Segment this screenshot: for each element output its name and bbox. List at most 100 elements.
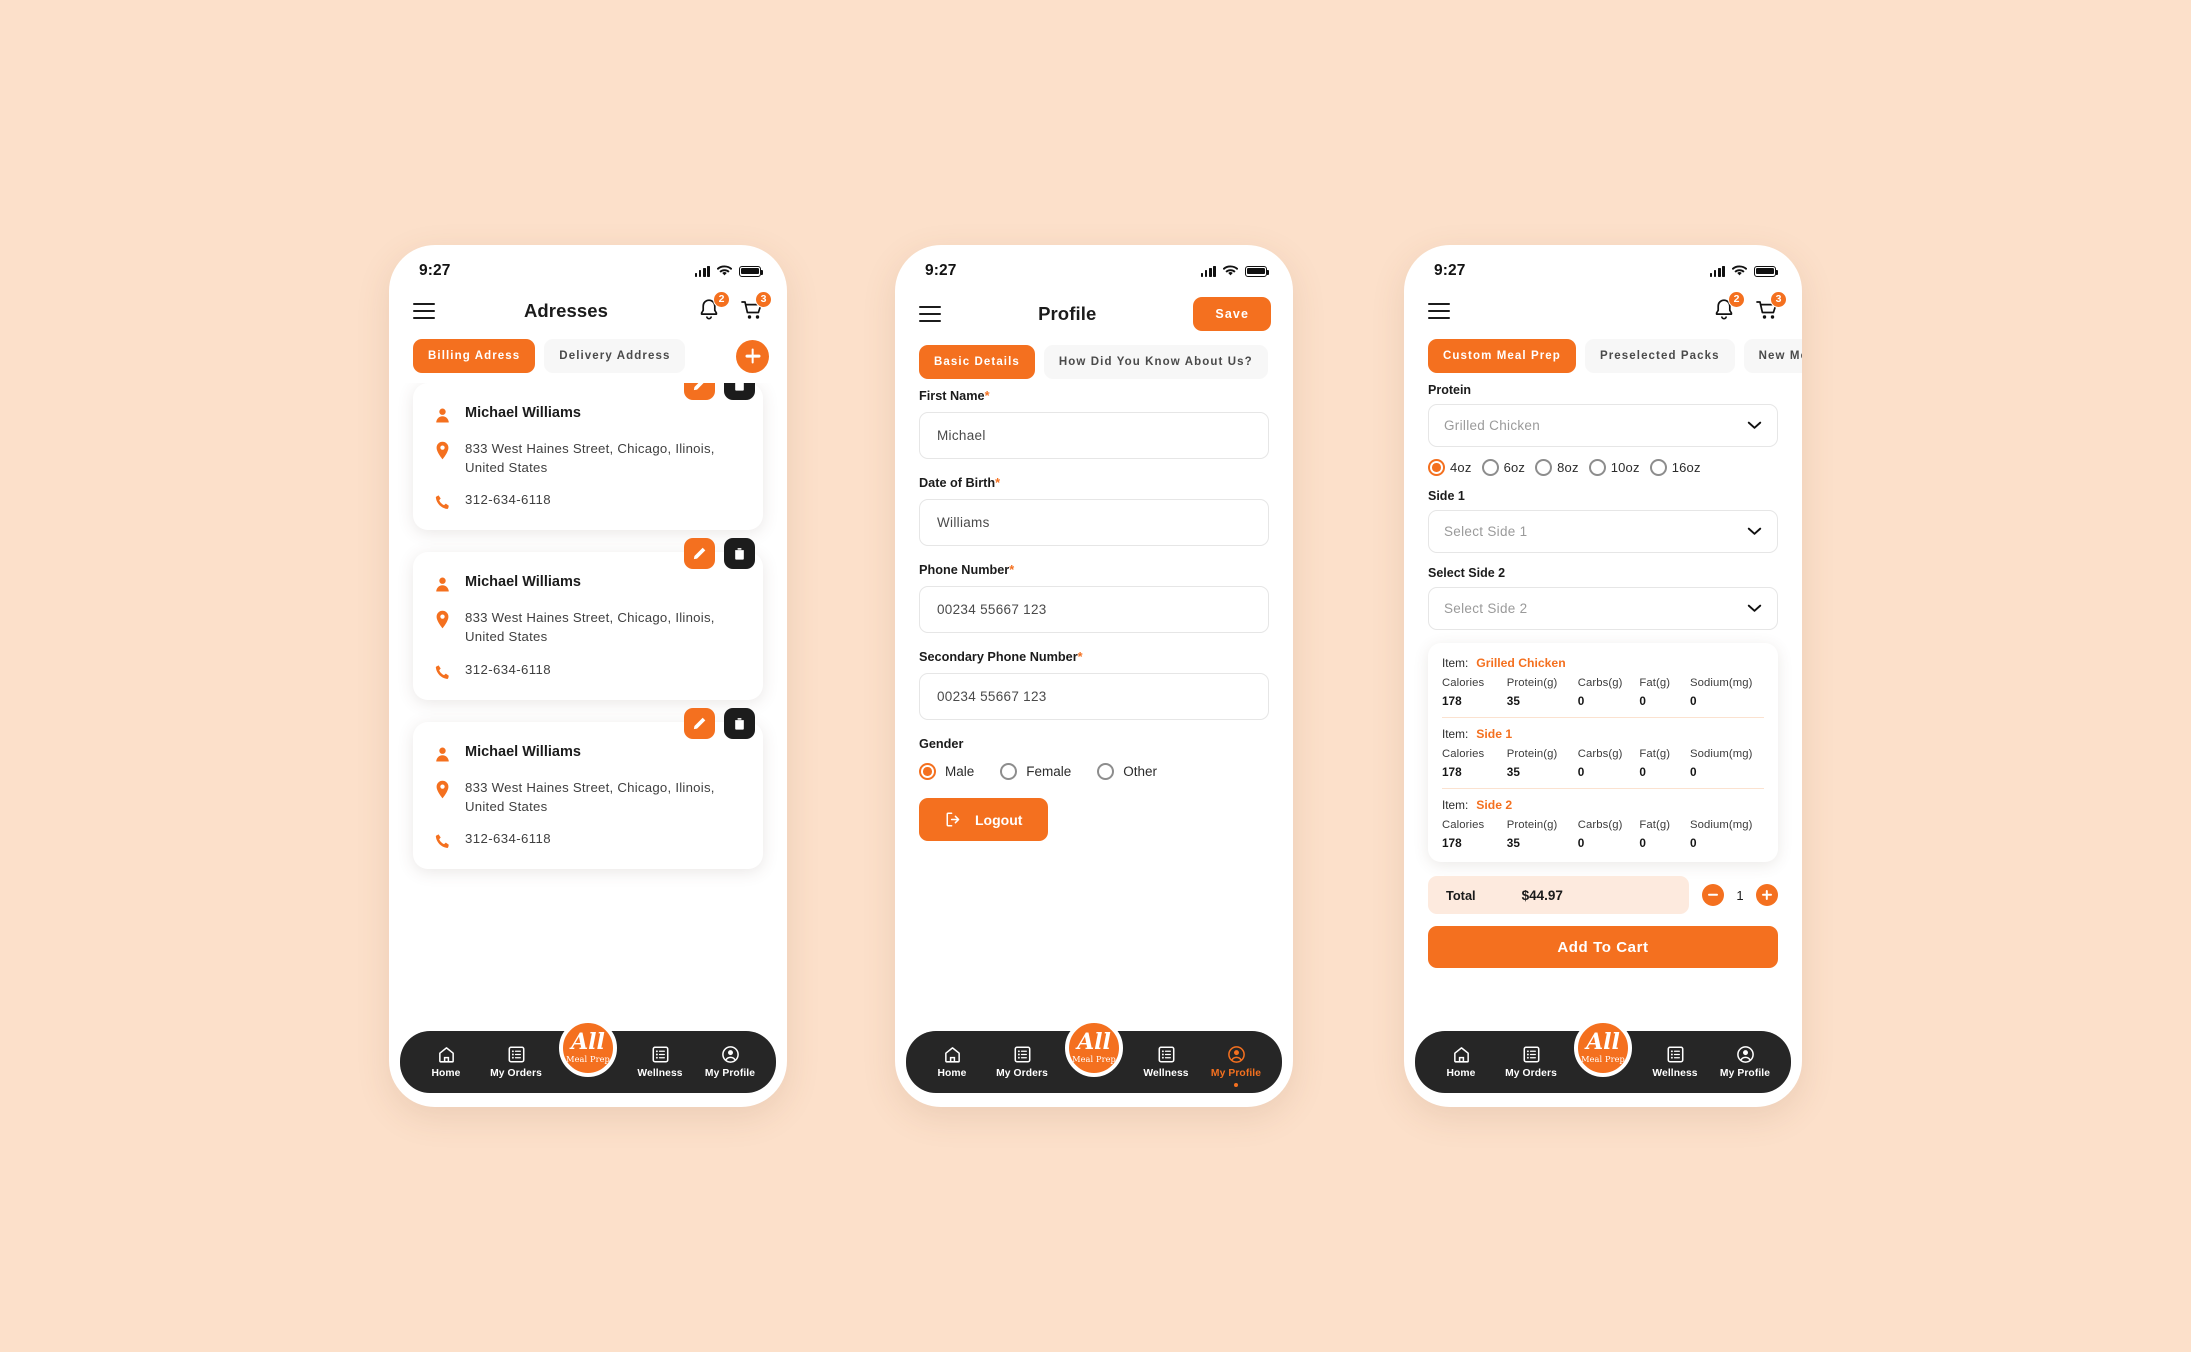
nav-item-my-orders[interactable]: My Orders [488,1045,544,1079]
increase-quantity-button[interactable] [1756,884,1778,906]
nutrition-item-title: Item: Side 1 [1442,727,1764,741]
nav-item-home[interactable]: Home [1433,1045,1489,1079]
user-circle-icon [1736,1046,1754,1063]
gender-option-female[interactable]: Female [1000,763,1071,780]
brand-logo[interactable]: All Meal Prep [1065,1019,1123,1077]
page-title: Profile [1038,303,1097,324]
address-card-3: Michael Williams 833 West Haines Street,… [413,707,763,869]
date-of-birth-input[interactable] [919,499,1269,546]
screenshot-canvas: 9:27 Adresses 2 3 Billing Adress Deliver… [0,0,2191,1352]
nav-label: Wellness [1652,1068,1698,1079]
add-address-button[interactable] [736,339,769,373]
address-phone-row: 312-634-6118 [433,831,743,849]
protein-select[interactable]: Grilled Chicken [1428,404,1778,447]
menu-icon[interactable] [919,305,941,323]
tab-billing-address[interactable]: Billing Adress [413,339,536,373]
nav-item-my-profile[interactable]: My Profile [1208,1045,1264,1087]
nav-item-wellness[interactable]: Wellness [1647,1045,1703,1079]
brand-logo[interactable]: All Meal Prep [559,1019,617,1077]
decrease-quantity-button[interactable] [1702,884,1724,906]
side1-label: Side 1 [1428,489,1465,503]
nutrition-group-side1: Item: Side 1 Calories Protein(g) Carbs(g)… [1442,717,1764,779]
gender-option-male[interactable]: Male [919,763,974,780]
required-marker: * [984,389,990,403]
col-header: Sodium(mg) [1689,819,1753,831]
nav-item-my-orders[interactable]: My Orders [994,1045,1050,1079]
edit-address-button[interactable] [684,383,715,400]
add-to-cart-button[interactable]: Add To Cart [1428,926,1778,968]
list-icon [508,1046,524,1063]
wifi-icon [1732,265,1747,276]
logout-button[interactable]: Logout [919,798,1049,841]
nav-item-my-profile[interactable]: My Profile [1717,1045,1773,1079]
field-label: Secondary Phone Number* [919,650,1269,664]
radio-dot [1481,459,1499,476]
trash-icon [735,717,744,730]
nutrition-item-title: Item: Grilled Chicken [1442,656,1764,670]
address-card-actions [684,707,755,739]
size-option-10oz[interactable]: 10oz [1588,459,1640,476]
cell-value: 178 [1442,836,1462,850]
address-card-actions [684,383,755,400]
address-phone-row: 312-634-6118 [433,492,743,510]
side2-label: Select Side 2 [1428,566,1506,580]
col-header: Carbs(g) [1577,819,1623,831]
first-name-input[interactable] [919,412,1269,459]
tab-preselected-packs[interactable]: Preselected Packs [1584,339,1735,373]
save-button[interactable]: Save [1193,297,1271,331]
nav-item-home[interactable]: Home [924,1045,980,1079]
notifications-button[interactable]: 2 [1712,291,1745,325]
gender-option-other[interactable]: Other [1097,763,1157,780]
cart-button[interactable]: 3 [1754,291,1787,325]
total-row: Total $44.97 1 [1428,876,1778,914]
brand-logo[interactable]: All Meal Prep [1574,1019,1632,1077]
menu-icon[interactable] [1428,302,1450,320]
size-label: 6oz [1503,460,1526,475]
size-option-4oz[interactable]: 4oz [1428,459,1472,476]
tab-new-menu[interactable]: New Menu [1743,339,1802,373]
size-label: 4oz [1450,460,1472,475]
nav-item-my-profile[interactable]: My Profile [702,1045,758,1079]
tab-delivery-address[interactable]: Delivery Address [544,339,686,373]
nav-item-wellness[interactable]: Wellness [1138,1045,1194,1079]
bottom-nav: Home My Orders Wellness My Profile All M… [1404,1019,1802,1107]
phone-number-input[interactable] [919,586,1269,633]
radio-dot [1649,459,1667,476]
delete-address-button[interactable] [724,707,755,739]
field-secondary-phone-number: Secondary Phone Number* [919,650,1269,720]
field-label: Phone Number* [919,563,1269,577]
logo-secondary-text: Meal Prep [566,1053,610,1064]
secondary-phone-number-input[interactable] [919,673,1269,720]
cell-value: 0 [1639,765,1646,779]
col-header: Calories [1442,748,1485,760]
address-phone-row: 312-634-6118 [433,662,743,680]
size-option-8oz[interactable]: 8oz [1535,459,1579,476]
menu-icon[interactable] [413,302,435,320]
nav-item-home[interactable]: Home [418,1045,474,1079]
item-prefix: Item: [1442,798,1469,812]
tab-how-did-you-know[interactable]: How Did You Know About Us? [1043,345,1268,379]
edit-address-button[interactable] [684,538,715,570]
signal-icon [1709,265,1725,277]
size-option-6oz[interactable]: 6oz [1481,459,1526,476]
address-name: Michael Williams [465,405,581,421]
tab-basic-details[interactable]: Basic Details [919,345,1035,379]
nav-item-my-orders[interactable]: My Orders [1503,1045,1559,1079]
delete-address-button[interactable] [724,383,755,400]
side2-select[interactable]: Select Side 2 [1428,587,1778,630]
delete-address-button[interactable] [724,538,755,570]
size-option-16oz[interactable]: 16oz [1649,459,1701,476]
col-header: Calories [1442,819,1485,831]
nav-item-wellness[interactable]: Wellness [632,1045,688,1079]
edit-address-button[interactable] [684,707,715,739]
side1-select[interactable]: Select Side 1 [1428,510,1778,553]
address-name-row: Michael Williams [433,405,743,424]
nutrition-table: Calories Protein(g) Carbs(g) Fat(g) Sodi… [1442,748,1764,779]
tab-custom-meal-prep[interactable]: Custom Meal Prep [1428,339,1576,373]
notifications-button[interactable]: 2 [697,291,730,325]
cell-value: 178 [1442,765,1462,779]
protein-label: Protein [1428,383,1472,397]
cart-button[interactable]: 3 [739,291,772,325]
bottom-nav: Home My Orders Wellness My Profile All M… [895,1019,1293,1107]
home-icon [1453,1047,1469,1063]
